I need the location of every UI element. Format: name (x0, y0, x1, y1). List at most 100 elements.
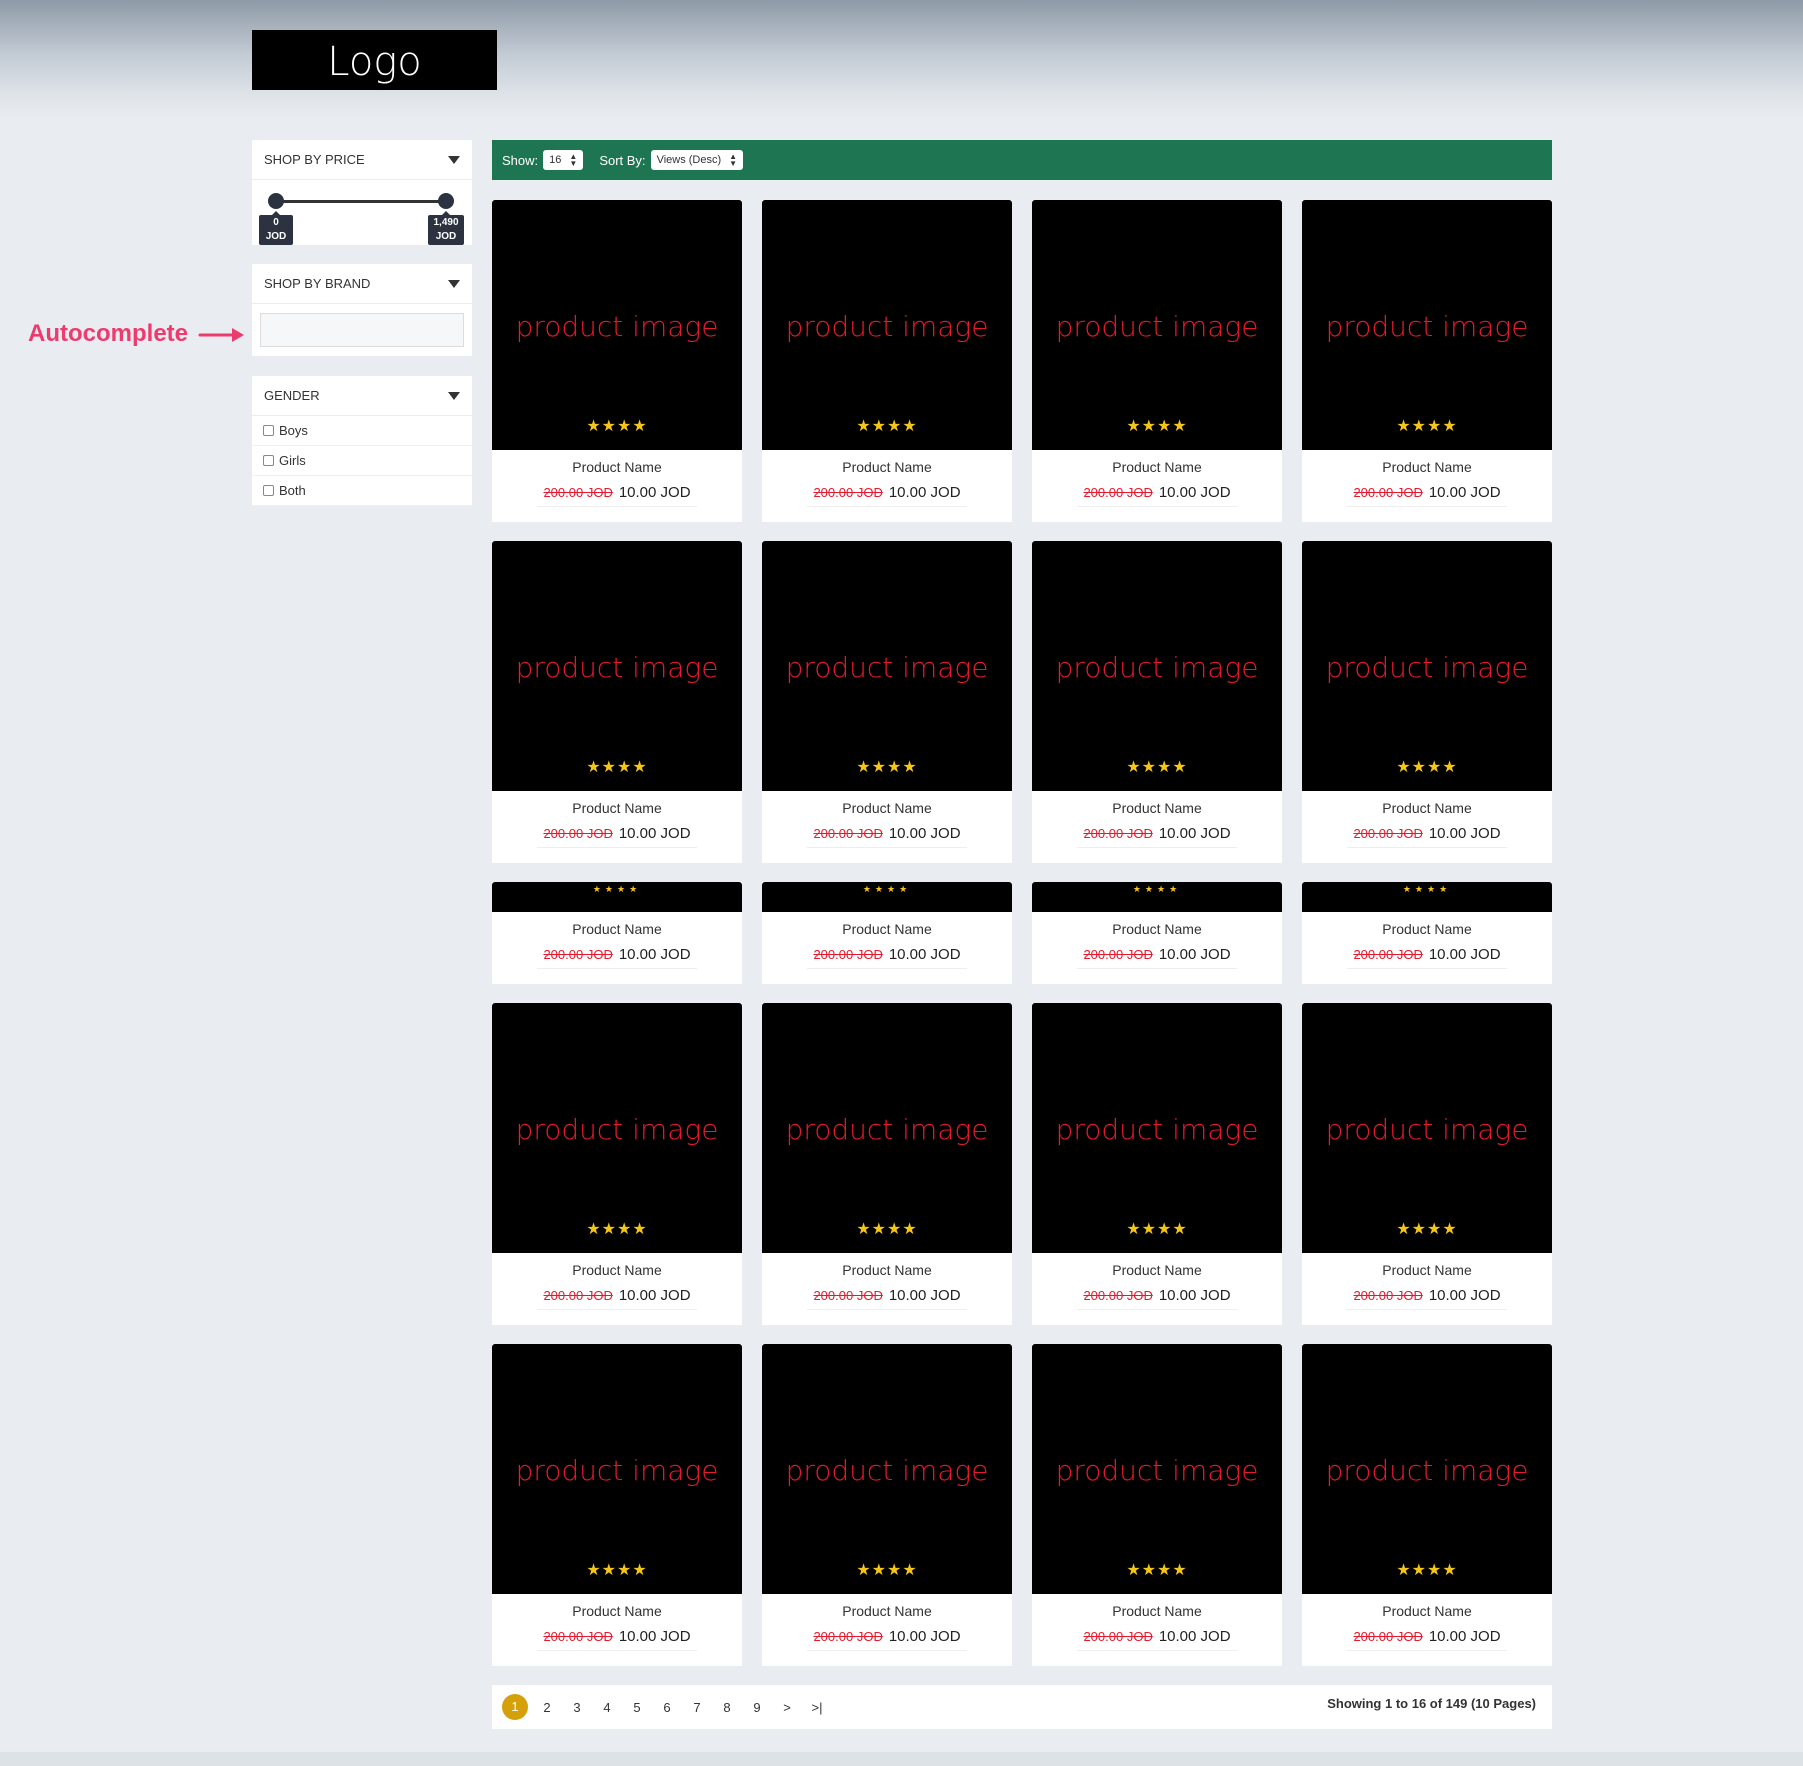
product-name[interactable]: Product Name (762, 455, 1012, 479)
product-name[interactable]: Product Name (1032, 796, 1282, 820)
sort-by-select[interactable]: Views (Desc) ▲ ▼ (650, 150, 744, 170)
product-image[interactable]: product image ★★★★ (1032, 541, 1282, 791)
product-image[interactable]: ★★★★ (1302, 882, 1552, 912)
product-name[interactable]: Product Name (1302, 1258, 1552, 1282)
product-card[interactable]: product image ★★★★ Product Name 200.00 JOD 1… (762, 200, 1012, 522)
product-info: Product Name 200.00 JOD 10.00 JOD (492, 455, 742, 507)
product-card[interactable]: product image ★★★★ Product Name 200.00 JOD 1… (1302, 541, 1552, 863)
logo[interactable]: Logo (252, 30, 497, 90)
product-card[interactable]: ★★★★ Product Name 200.00 JOD 10.00 JOD (762, 882, 1012, 984)
product-card[interactable]: product image ★★★★ Product Name 200.00 JOD 1… (762, 541, 1012, 863)
product-image[interactable]: product image ★★★★ (762, 1003, 1012, 1253)
new-price: 10.00 JOD (1158, 1628, 1231, 1645)
product-card[interactable]: product image ★★★★ Product Name 200.00 JOD 1… (762, 1003, 1012, 1325)
caret-down-icon[interactable] (448, 155, 460, 164)
page-link-1[interactable]: 1 (502, 1694, 528, 1720)
product-card[interactable]: product image ★★★★ Product Name 200.00 JOD 1… (492, 1344, 742, 1666)
page-link-9[interactable]: 9 (742, 1700, 772, 1715)
product-image[interactable]: product image ★★★★ (762, 1344, 1012, 1594)
caret-down-icon[interactable] (448, 391, 460, 400)
product-card[interactable]: product image ★★★★ Product Name 200.00 JOD 1… (1032, 1344, 1282, 1666)
product-name[interactable]: Product Name (1302, 917, 1552, 941)
gender-option-girls[interactable]: Girls (252, 446, 472, 476)
price-slider-min-handle[interactable] (268, 193, 284, 209)
product-image-placeholder: product image (1055, 310, 1259, 343)
product-card[interactable]: product image ★★★★ Product Name 200.00 JOD 1… (1302, 1344, 1552, 1666)
product-image[interactable]: ★★★★ (1032, 882, 1282, 912)
gender-option-both[interactable]: Both (252, 476, 472, 506)
product-card[interactable]: product image ★★★★ Product Name 200.00 JOD 1… (1032, 200, 1282, 522)
product-image[interactable]: product image ★★★★ (492, 541, 742, 791)
product-image[interactable]: product image ★★★★ (762, 200, 1012, 450)
product-card[interactable]: ★★★★ Product Name 200.00 JOD 10.00 JOD (1302, 882, 1552, 984)
product-image[interactable]: product image ★★★★ (1032, 1003, 1282, 1253)
product-card[interactable]: product image ★★★★ Product Name 200.00 JOD 1… (1032, 541, 1282, 863)
product-name[interactable]: Product Name (1302, 455, 1552, 479)
product-name[interactable]: Product Name (762, 1258, 1012, 1282)
product-card[interactable]: product image ★★★★ Product Name 200.00 JOD 1… (492, 541, 742, 863)
product-name[interactable]: Product Name (1032, 917, 1282, 941)
product-card[interactable]: product image ★★★★ Product Name 200.00 JOD 1… (762, 1344, 1012, 1666)
product-name[interactable]: Product Name (1032, 1599, 1282, 1623)
checkbox[interactable] (263, 485, 274, 496)
product-image[interactable]: ★★★★ (492, 882, 742, 912)
next-page-link[interactable]: > (772, 1700, 802, 1715)
last-page-link[interactable]: >| (802, 1700, 832, 1715)
rating-stars-icon: ★★★★ (862, 884, 912, 894)
product-name[interactable]: Product Name (492, 796, 742, 820)
product-name[interactable]: Product Name (762, 917, 1012, 941)
show-count-select[interactable]: 16 ▲ ▼ (543, 150, 584, 170)
product-name[interactable]: Product Name (1032, 455, 1282, 479)
product-name[interactable]: Product Name (492, 1258, 742, 1282)
product-name[interactable]: Product Name (492, 1599, 742, 1623)
checkbox[interactable] (263, 425, 274, 436)
page-link-8[interactable]: 8 (712, 1700, 742, 1715)
product-image[interactable]: product image ★★★★ (1032, 1344, 1282, 1594)
product-image[interactable]: product image ★★★★ (1302, 200, 1552, 450)
product-card[interactable]: product image ★★★★ Product Name 200.00 JOD 1… (1302, 1003, 1552, 1325)
product-image[interactable]: product image ★★★★ (762, 541, 1012, 791)
product-name[interactable]: Product Name (1302, 1599, 1552, 1623)
product-image[interactable]: product image ★★★★ (1302, 541, 1552, 791)
product-card[interactable]: product image ★★★★ Product Name 200.00 JOD 1… (1032, 1003, 1282, 1325)
brand-autocomplete-input[interactable] (260, 313, 464, 347)
rating-stars-icon: ★★★★ (1126, 418, 1188, 435)
page-link-3[interactable]: 3 (562, 1700, 592, 1715)
price-slider-max-handle[interactable] (438, 193, 454, 209)
product-name[interactable]: Product Name (1032, 1258, 1282, 1282)
gender-header[interactable]: GENDER (252, 376, 472, 416)
product-card[interactable]: ★★★★ Product Name 200.00 JOD 10.00 JOD (492, 882, 742, 984)
price-slider-track[interactable] (276, 200, 448, 203)
product-card[interactable]: ★★★★ Product Name 200.00 JOD 10.00 JOD (1032, 882, 1282, 984)
rating-stars-icon: ★★★★ (586, 418, 648, 435)
caret-down-icon[interactable] (448, 279, 460, 288)
product-image[interactable]: product image ★★★★ (1302, 1003, 1552, 1253)
page-link-5[interactable]: 5 (622, 1700, 652, 1715)
product-info: Product Name 200.00 JOD 10.00 JOD (1302, 1599, 1552, 1651)
gender-option-boys[interactable]: Boys (252, 416, 472, 446)
product-card[interactable]: product image ★★★★ Product Name 200.00 JOD 1… (492, 200, 742, 522)
product-card[interactable]: product image ★★★★ Product Name 200.00 JOD 1… (1302, 200, 1552, 522)
product-image[interactable]: product image ★★★★ (492, 1003, 742, 1253)
page-link-7[interactable]: 7 (682, 1700, 712, 1715)
checkbox[interactable] (263, 455, 274, 466)
product-image[interactable]: product image ★★★★ (1032, 200, 1282, 450)
product-name[interactable]: Product Name (492, 917, 742, 941)
product-name[interactable]: Product Name (492, 455, 742, 479)
select-arrows-icon: ▲ ▼ (729, 152, 738, 168)
shop-by-brand-header[interactable]: SHOP BY BRAND (252, 264, 472, 304)
product-name[interactable]: Product Name (1302, 796, 1552, 820)
page-link-6[interactable]: 6 (652, 1700, 682, 1715)
product-card[interactable]: product image ★★★★ Product Name 200.00 JOD 1… (492, 1003, 742, 1325)
product-name[interactable]: Product Name (762, 1599, 1012, 1623)
product-image[interactable]: ★★★★ (762, 882, 1012, 912)
product-name[interactable]: Product Name (762, 796, 1012, 820)
product-image[interactable]: product image ★★★★ (1302, 1344, 1552, 1594)
product-image[interactable]: product image ★★★★ (492, 200, 742, 450)
page-link-4[interactable]: 4 (592, 1700, 622, 1715)
product-image[interactable]: product image ★★★★ (492, 1344, 742, 1594)
shop-by-brand-panel: SHOP BY BRAND (252, 264, 472, 356)
page-link-2[interactable]: 2 (532, 1700, 562, 1715)
autocomplete-annotation: Autocomplete (28, 320, 189, 347)
shop-by-price-header[interactable]: SHOP BY PRICE (252, 140, 472, 180)
